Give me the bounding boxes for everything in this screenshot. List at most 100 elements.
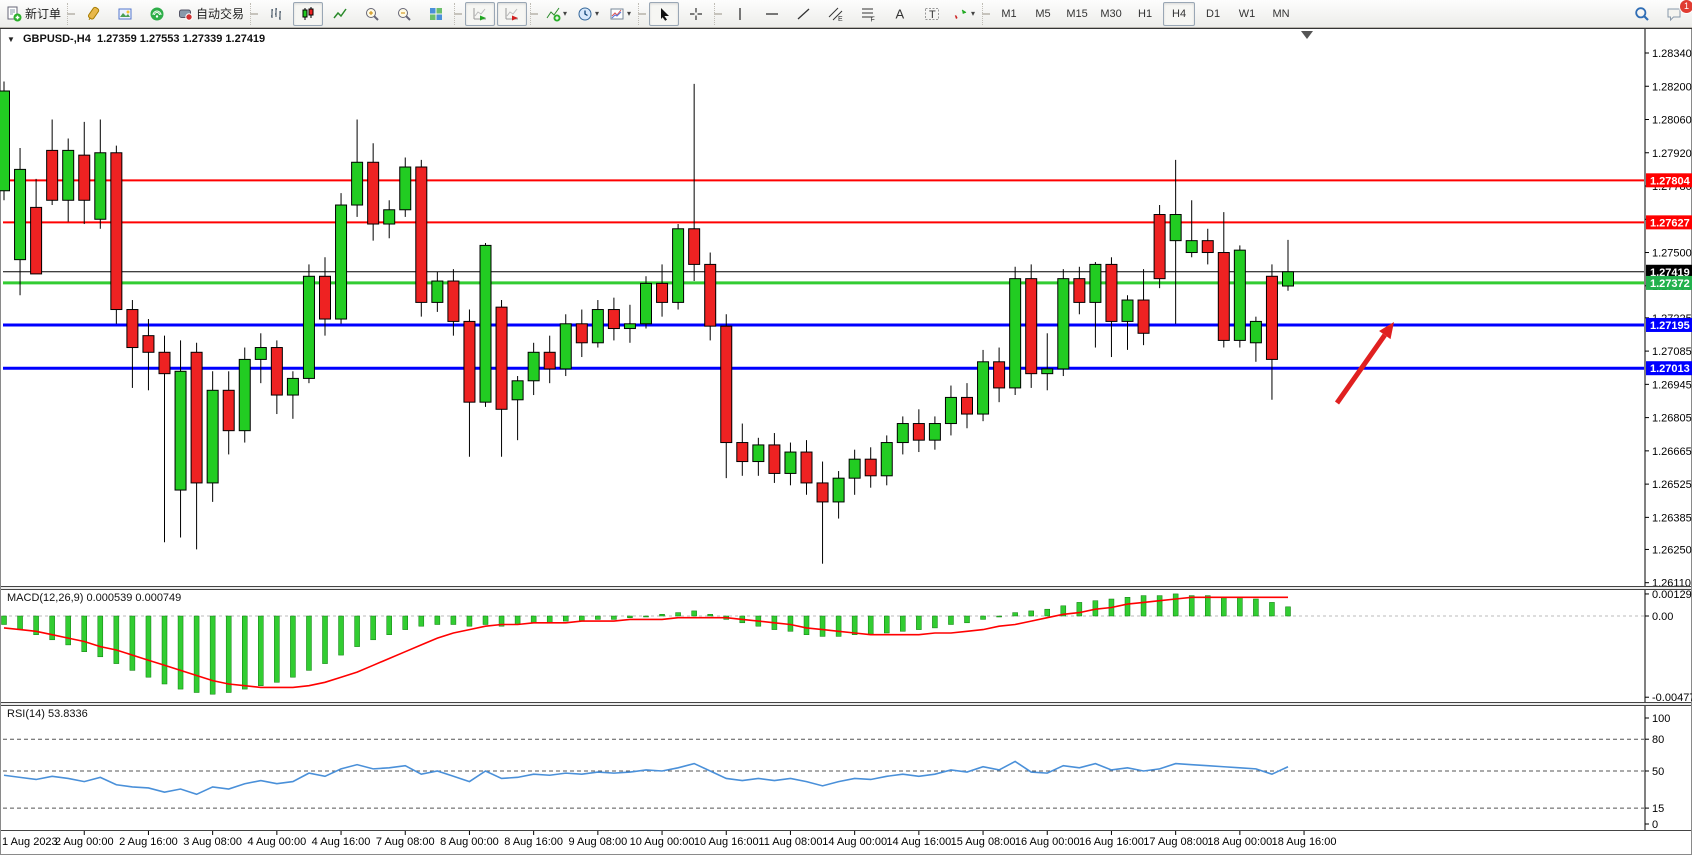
vertical-line-button[interactable]	[725, 2, 755, 26]
zoom-out-icon	[396, 6, 412, 22]
dropdown-caret-icon[interactable]: ▾	[563, 9, 567, 18]
chevron-down-icon[interactable]: ▼	[7, 35, 15, 44]
candle	[1026, 279, 1037, 374]
timeframe-m30[interactable]: M30	[1095, 2, 1127, 26]
hline-icon	[764, 6, 780, 22]
macd-bar	[146, 616, 151, 677]
dropdown-caret-icon[interactable]: ▾	[627, 9, 631, 18]
search-button[interactable]	[1627, 2, 1657, 26]
fibonacci-button[interactable]: F	[853, 2, 883, 26]
new-order-button[interactable]: 新订单	[3, 2, 64, 26]
svg-text:1.26250: 1.26250	[1652, 544, 1692, 556]
tile-windows-button[interactable]	[421, 2, 451, 26]
candle	[223, 390, 234, 430]
timeframe-w1-label: W1	[1239, 8, 1256, 20]
notifications-button[interactable]: 1	[1659, 2, 1689, 26]
gallery-button[interactable]	[110, 2, 140, 26]
macd-bar	[339, 616, 344, 655]
timeframe-m15[interactable]: M15	[1061, 2, 1093, 26]
candle	[962, 397, 973, 414]
candle	[528, 352, 539, 381]
candle	[785, 452, 796, 473]
candle	[769, 445, 780, 474]
macd-bar	[114, 616, 119, 664]
line-chart-button[interactable]	[325, 2, 355, 26]
autotrade-icon	[177, 6, 193, 22]
bar-chart-button[interactable]	[261, 2, 291, 26]
svg-text:80: 80	[1652, 734, 1664, 746]
dropdown-caret-icon[interactable]: ▾	[971, 9, 975, 18]
macd-bar	[82, 616, 87, 652]
toolbar-separator	[530, 3, 538, 25]
symbol-period-label: GBPUSD-,H4	[23, 33, 91, 45]
candle	[1090, 264, 1101, 302]
time-label: 14 Aug 16:00	[886, 836, 951, 848]
horizontal-line-button[interactable]	[757, 2, 787, 26]
zoom-in-button[interactable]	[357, 2, 387, 26]
chart-shift-button[interactable]	[497, 2, 527, 26]
timeframe-w1[interactable]: W1	[1231, 2, 1263, 26]
candle	[865, 459, 876, 476]
candle	[1266, 276, 1277, 359]
text-label-button[interactable]: T	[917, 2, 947, 26]
candlestick-chart-button[interactable]	[293, 2, 323, 26]
templates-button[interactable]: ▾	[605, 2, 635, 26]
metaeditor-button[interactable]	[78, 2, 108, 26]
time-label: 9 Aug 08:00	[568, 836, 627, 848]
macd-bar	[644, 616, 649, 617]
candle	[833, 478, 844, 502]
macd-bar	[1125, 597, 1130, 616]
time-label: 4 Aug 00:00	[247, 836, 306, 848]
equidistant-channel-button[interactable]: E	[821, 2, 851, 26]
candle	[849, 459, 860, 478]
timeframe-h4[interactable]: H4	[1163, 2, 1195, 26]
candle	[31, 207, 42, 274]
trendline-button[interactable]	[789, 2, 819, 26]
candle	[480, 245, 491, 402]
timeframe-m1-label: M1	[1001, 8, 1016, 20]
candle	[448, 281, 459, 321]
svg-text:100: 100	[1652, 713, 1670, 725]
periods-button[interactable]: ▾	[573, 2, 603, 26]
candle	[1074, 279, 1085, 303]
macd-bar	[371, 616, 376, 640]
time-label: 15 Aug 08:00	[951, 836, 1016, 848]
signals-button[interactable]	[142, 2, 172, 26]
dropdown-caret-icon[interactable]: ▾	[595, 9, 599, 18]
toolbar-separator	[67, 3, 75, 25]
zoom-out-button[interactable]	[389, 2, 419, 26]
svg-text:50: 50	[1652, 766, 1664, 778]
timeframe-m15-label: M15	[1066, 8, 1087, 20]
timeframe-h1[interactable]: H1	[1129, 2, 1161, 26]
macd-bar	[98, 616, 103, 657]
candle	[1154, 215, 1165, 279]
macd-bar	[547, 616, 552, 623]
indicators-button[interactable]: ▾	[541, 2, 571, 26]
timeframe-m1[interactable]: M1	[993, 2, 1025, 26]
macd-bar	[178, 616, 183, 689]
autoscroll-icon	[472, 6, 488, 22]
timeframe-d1-label: D1	[1206, 8, 1220, 20]
timeframe-mn[interactable]: MN	[1265, 2, 1297, 26]
autotrading-button[interactable]: 自动交易	[174, 2, 247, 26]
macd-bar	[868, 616, 873, 635]
cursor-button[interactable]	[649, 2, 679, 26]
macd-bar	[194, 616, 199, 693]
auto-scroll-button[interactable]	[465, 2, 495, 26]
macd-bar	[997, 616, 1002, 617]
chart-canvas[interactable]: 1.283401.282001.280601.279201.277801.276…	[0, 0, 1692, 855]
svg-text:1.28340: 1.28340	[1652, 48, 1692, 60]
macd-bar	[323, 616, 328, 664]
text-button[interactable]: A	[885, 2, 915, 26]
candle	[1283, 272, 1294, 286]
timeframe-d1[interactable]: D1	[1197, 2, 1229, 26]
crosshair-button[interactable]	[681, 2, 711, 26]
arrows-button[interactable]: ▾	[949, 2, 979, 26]
candle	[159, 352, 170, 373]
macd-bar	[435, 616, 440, 625]
candle	[641, 283, 652, 323]
macd-bar	[708, 614, 713, 616]
timeframe-m5[interactable]: M5	[1027, 2, 1059, 26]
macd-bar	[50, 616, 55, 640]
zoom-in-icon	[364, 6, 380, 22]
